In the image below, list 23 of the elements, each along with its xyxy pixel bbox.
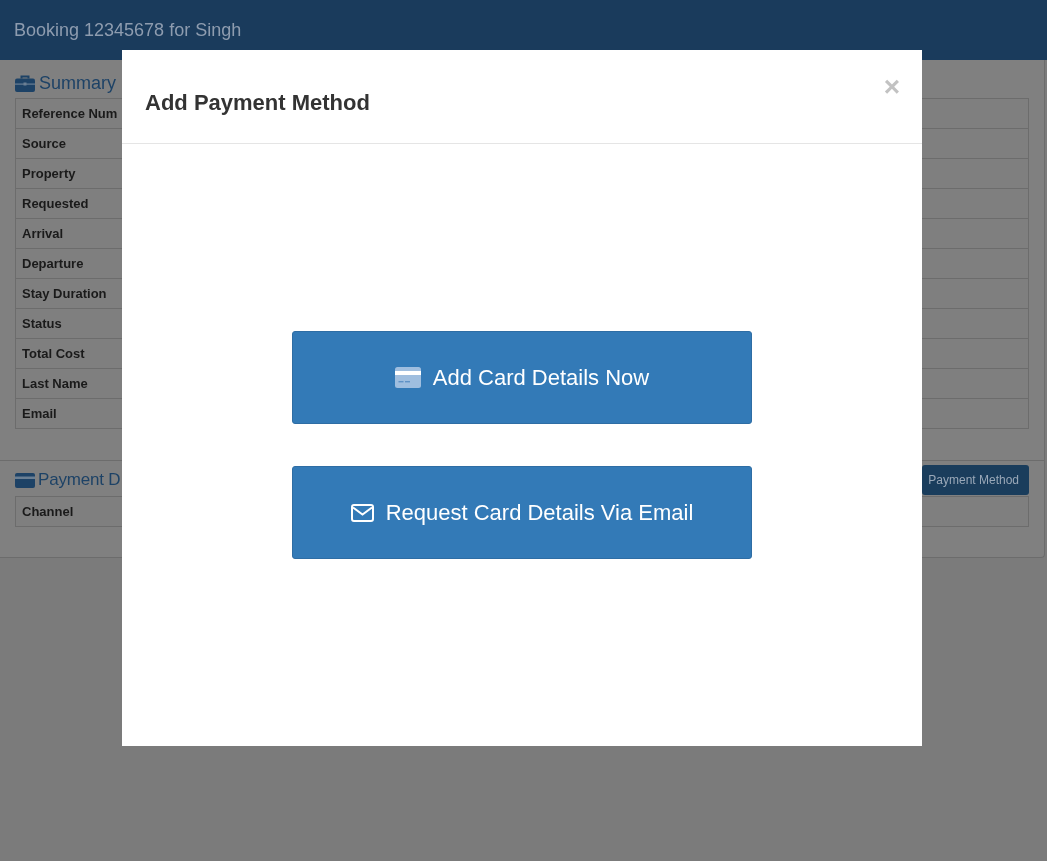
row-label: Status bbox=[22, 316, 62, 331]
payment-option-button[interactable]: Request Card Details Via Email bbox=[292, 466, 752, 559]
row-label: Email bbox=[22, 406, 57, 421]
payment-option-button[interactable]: Add Card Details Now bbox=[292, 331, 752, 424]
header-title: Booking 12345678 for Singh bbox=[14, 19, 242, 41]
row-label: Last Name bbox=[22, 376, 88, 391]
row-label: Source bbox=[22, 136, 67, 151]
section-title: Payment D bbox=[38, 470, 121, 490]
row-label: Departure bbox=[22, 256, 84, 271]
envelope-icon bbox=[350, 503, 374, 522]
row-label: Reference Num bbox=[22, 106, 118, 121]
briefcase-icon bbox=[15, 75, 35, 92]
row-label: Requested bbox=[22, 196, 89, 211]
add-payment-method-button[interactable]: Payment Method bbox=[922, 465, 1029, 495]
row-label: Channel bbox=[22, 504, 74, 519]
section-title: Summary bbox=[39, 73, 116, 94]
row-label: Total Cost bbox=[22, 346, 85, 361]
row-label: Stay Duration bbox=[22, 286, 107, 301]
credit-card-icon bbox=[394, 367, 421, 388]
credit-card-icon bbox=[15, 472, 35, 488]
modal-title: Add Payment Method bbox=[145, 90, 370, 116]
row-label: Property bbox=[22, 166, 76, 181]
row-label: Arrival bbox=[22, 226, 64, 241]
